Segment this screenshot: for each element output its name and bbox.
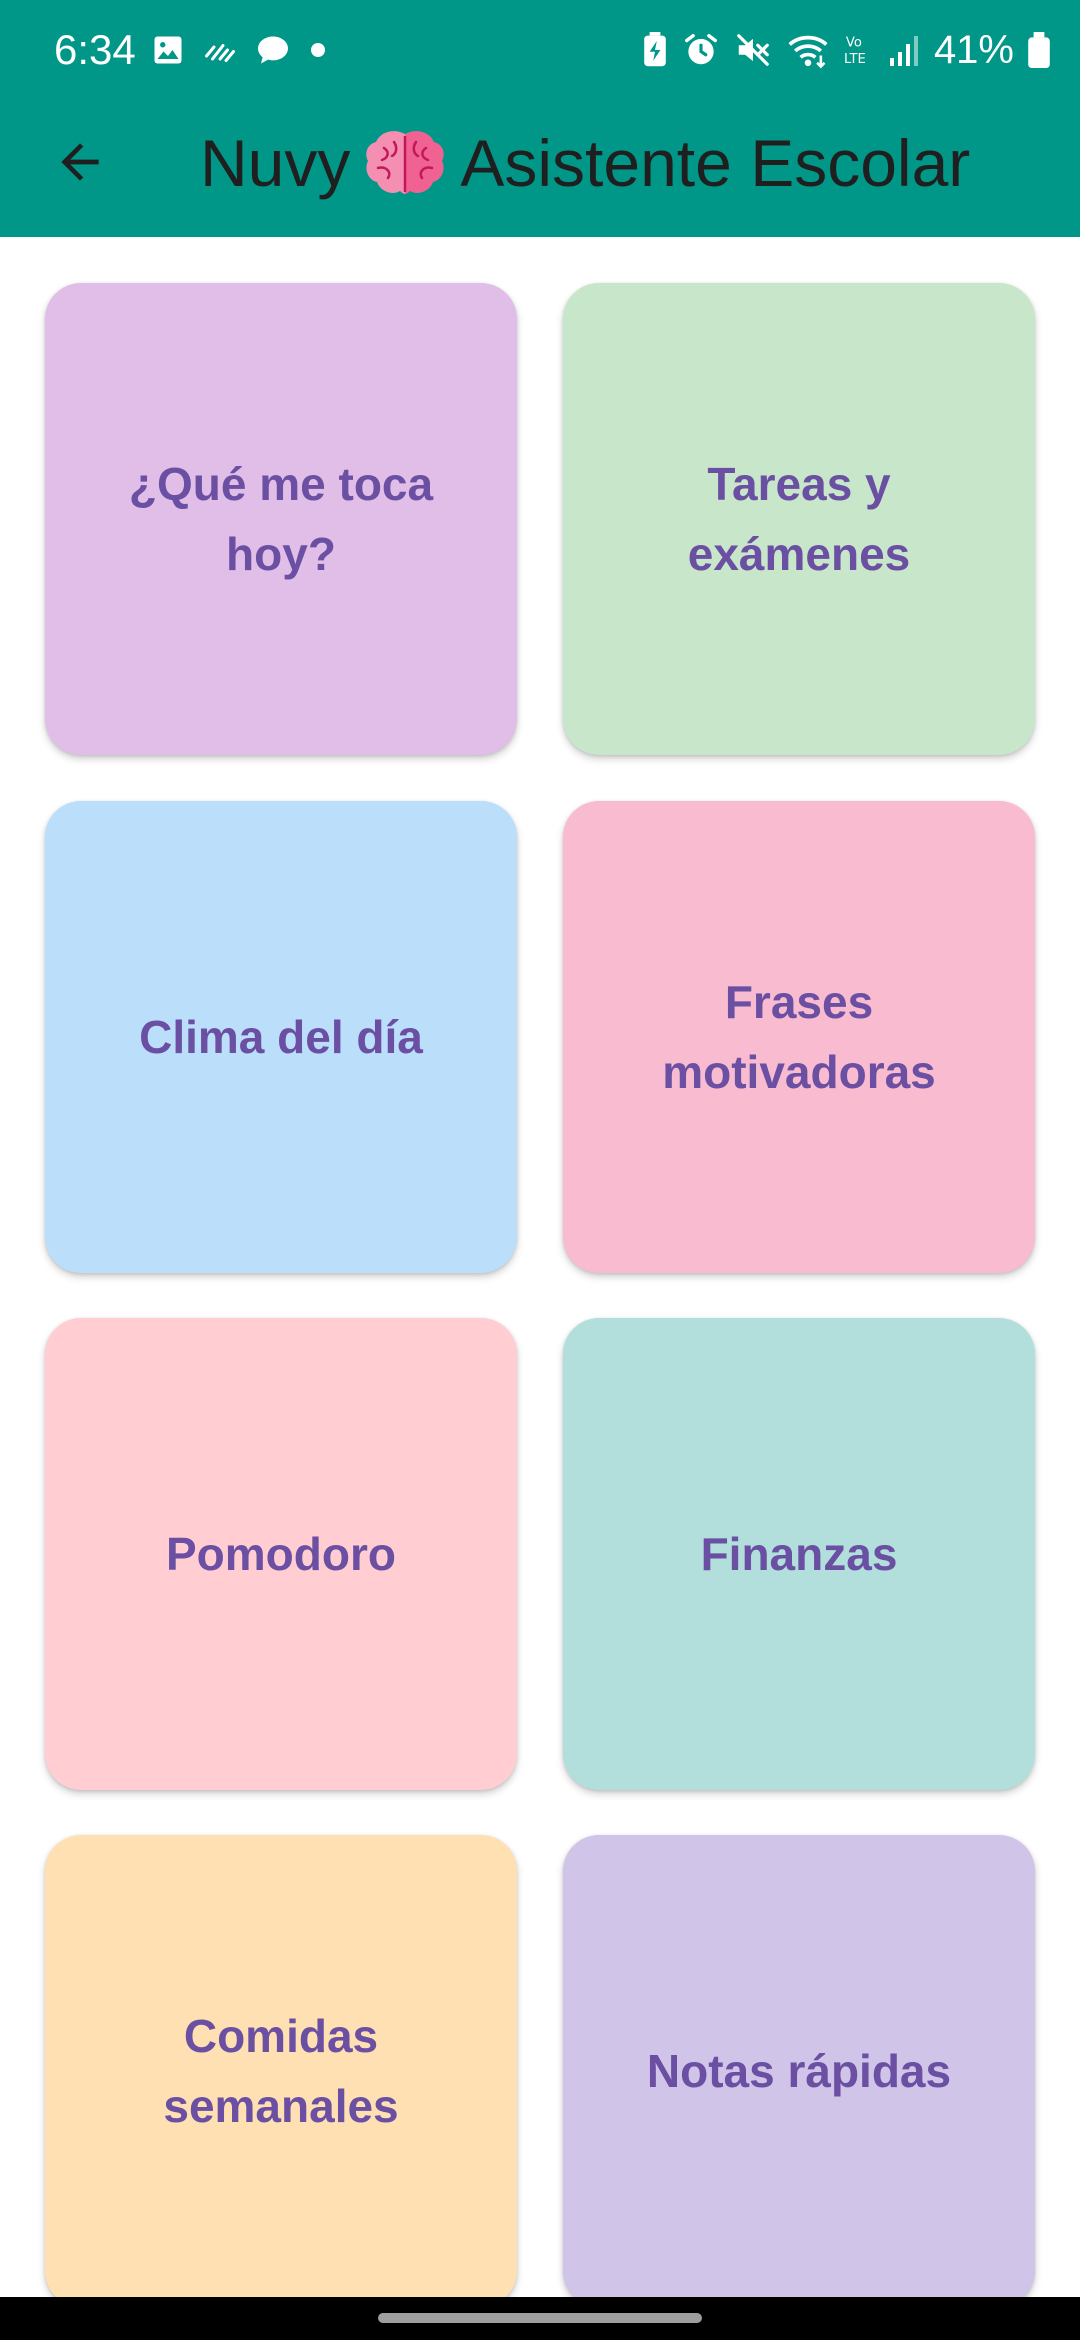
chat-bubble-icon [254, 32, 292, 68]
app-header: 6:34 Vo LTE 41% Nuvy Asistente Escolar [0, 0, 1080, 237]
tile-label: Finanzas [700, 1528, 898, 1580]
wifi-icon [786, 31, 830, 69]
tile-frases-motivadoras[interactable]: Frases motivadoras [563, 801, 1035, 1273]
tile-que-me-toca-hoy[interactable]: ¿Qué me toca hoy? [45, 283, 517, 755]
signal-icon [888, 32, 920, 68]
tile-label: Clima del día [139, 1011, 423, 1063]
tile-label: Comidas semanales [163, 2010, 399, 2132]
back-button[interactable] [40, 122, 120, 202]
dot-icon [308, 40, 328, 60]
svg-text:Vo: Vo [846, 35, 862, 50]
tile-tareas-y-examenes[interactable]: Tareas y exámenes [563, 283, 1035, 755]
brain-icon [364, 128, 446, 198]
volte-icon: Vo LTE [844, 31, 874, 69]
image-icon [150, 32, 186, 68]
tile-notas-rapidas[interactable]: Notas rápidas [563, 1835, 1035, 2297]
title-prefix: Nuvy [200, 126, 351, 200]
title-suffix: Asistente Escolar [460, 126, 971, 200]
system-nav-bar [0, 2297, 1080, 2340]
battery-icon [1028, 32, 1050, 68]
tile-label: Frases motivadoras [662, 976, 936, 1098]
status-time: 6:34 [54, 26, 136, 73]
alarm-icon [682, 31, 720, 69]
tile-label: Tareas y exámenes [687, 458, 911, 580]
tile-finanzas[interactable]: Finanzas [563, 1318, 1035, 1790]
svg-text:LTE: LTE [844, 52, 866, 67]
tile-label: ¿Qué me toca hoy? [128, 458, 434, 580]
tile-pomodoro[interactable]: Pomodoro [45, 1318, 517, 1790]
arrow-back-icon [61, 143, 99, 181]
page-title: Nuvy Asistente Escolar [200, 118, 970, 208]
tile-label: Notas rápidas [646, 2045, 952, 2097]
menu-grid: ¿Qué me toca hoy? Tareas y exámenes Clim… [0, 237, 1080, 2297]
status-right-icons: Vo LTE 41% [642, 26, 1050, 74]
battery-percentage: 41% [933, 28, 1014, 72]
tile-comidas-semanales[interactable]: Comidas semanales [45, 1835, 517, 2297]
status-bar: 6:34 Vo LTE 41% [0, 0, 1080, 100]
battery-saver-icon [642, 32, 668, 68]
activity-icon [202, 32, 238, 68]
mute-icon [734, 31, 772, 69]
status-left-icons [150, 30, 328, 70]
app-bar: Nuvy Asistente Escolar [0, 100, 1080, 237]
tile-clima-del-dia[interactable]: Clima del día [45, 801, 517, 1273]
home-indicator[interactable] [378, 2313, 702, 2323]
tile-label: Pomodoro [166, 1528, 396, 1580]
